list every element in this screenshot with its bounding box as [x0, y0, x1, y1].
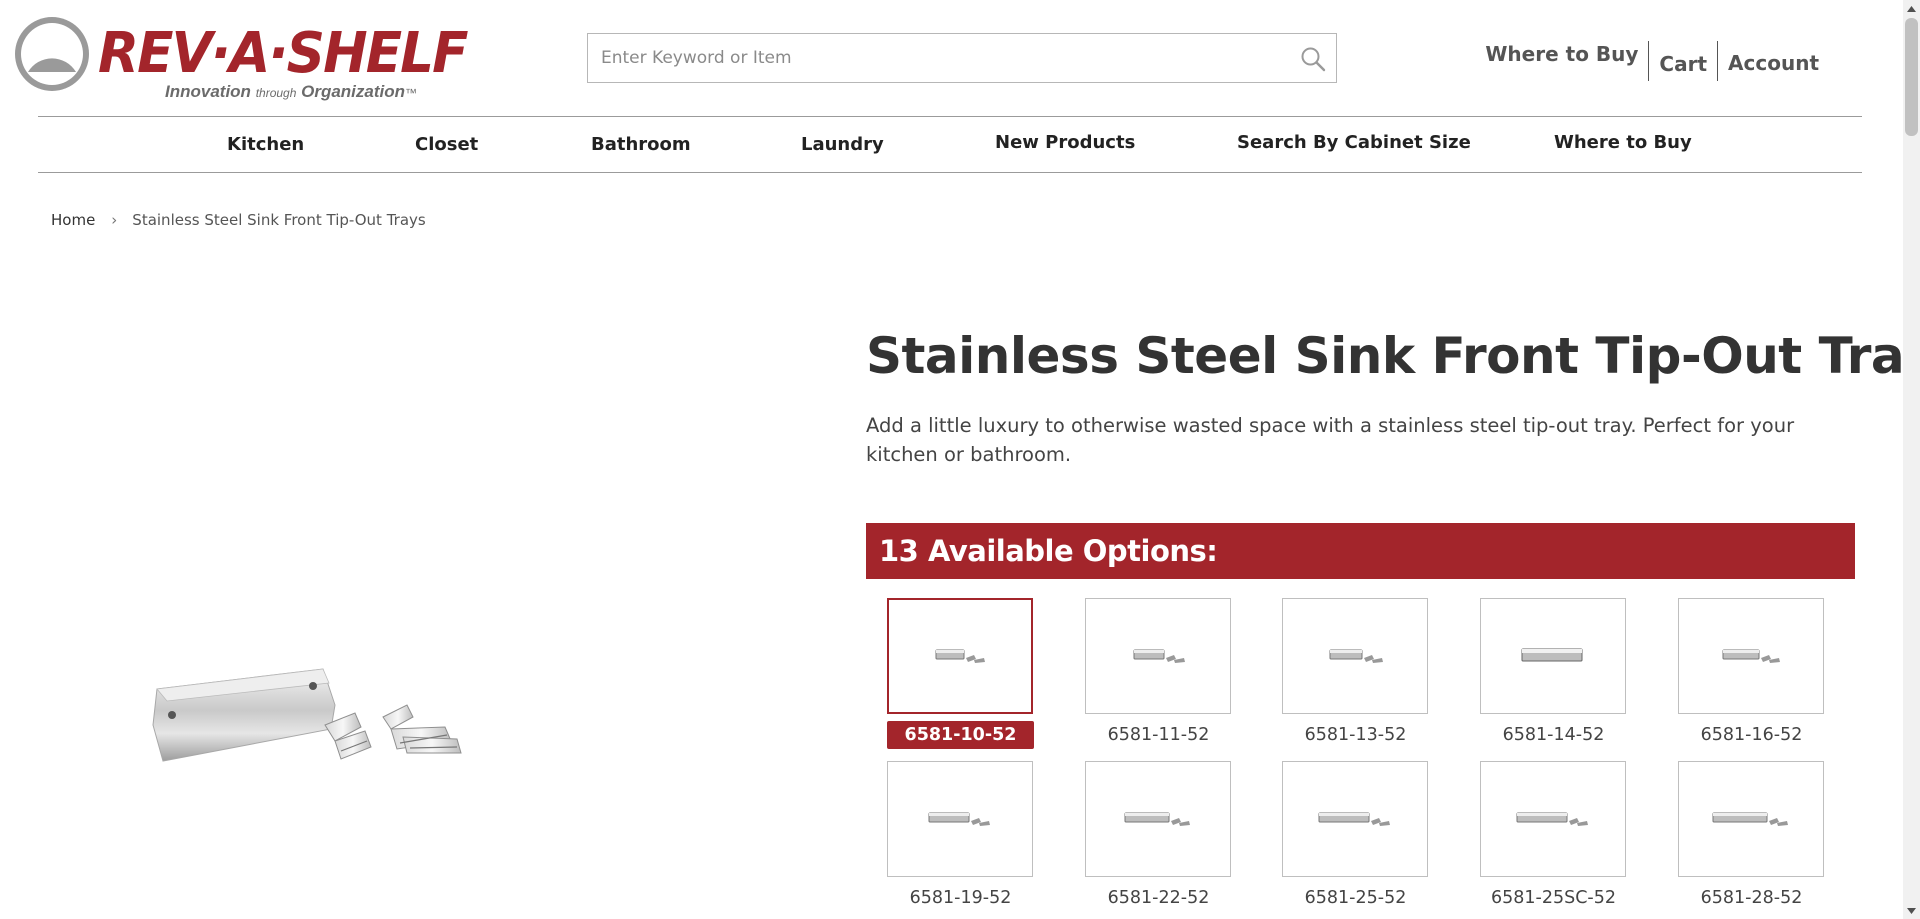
option-tile[interactable]: 6581-22-52	[1085, 761, 1232, 912]
option-sku: 6581-13-52	[1304, 725, 1407, 745]
option-thumbnail	[1678, 598, 1824, 714]
option-thumbnail	[887, 598, 1033, 714]
scrollbar-thumb[interactable]	[1905, 18, 1918, 136]
option-tile[interactable]: 6581-10-52	[887, 598, 1034, 749]
option-tile[interactable]: 6581-11-52	[1085, 598, 1232, 749]
tagline-innovation: Innovation	[165, 82, 251, 101]
option-sku: 6581-10-52	[887, 721, 1034, 749]
scroll-up-arrow-icon[interactable]	[1903, 0, 1920, 17]
tray-thumbnail-icon	[1318, 812, 1390, 826]
main-nav: Kitchen Closet Bathroom Laundry New Prod…	[38, 116, 1862, 173]
tray-thumbnail-icon	[935, 649, 985, 663]
page-scrollbar[interactable]	[1903, 0, 1920, 919]
nav-item-laundry[interactable]: Laundry	[801, 134, 884, 155]
option-tile[interactable]: 6581-25SC-52	[1480, 761, 1627, 912]
brand-logo[interactable]: REV·A·SHELF Innovation through Organizat…	[14, 15, 469, 103]
option-thumbnail	[1282, 598, 1428, 714]
tray-thumbnail-icon	[1133, 649, 1185, 663]
option-thumbnail	[1678, 761, 1824, 877]
search-input[interactable]	[588, 34, 1336, 82]
tray-thumbnail-icon	[1516, 812, 1588, 826]
option-sku: 6581-25-52	[1304, 888, 1407, 908]
tray-thumbnail-icon	[1124, 812, 1190, 826]
tray-thumbnail-icon	[1712, 812, 1788, 826]
nav-item-bathroom[interactable]: Bathroom	[591, 134, 691, 155]
search-box	[587, 33, 1337, 83]
tray-thumbnail-icon	[1329, 649, 1383, 663]
option-sku: 6581-11-52	[1107, 725, 1210, 745]
nav-item-closet[interactable]: Closet	[415, 134, 478, 155]
nav-item-new-products[interactable]: New Products	[995, 132, 1135, 153]
option-sku: 6581-25SC-52	[1490, 888, 1617, 908]
logo-emblem-icon	[15, 17, 89, 91]
tagline-organization: Organization	[301, 82, 406, 101]
breadcrumb-current: Stainless Steel Sink Front Tip-Out Trays	[132, 211, 426, 229]
options-heading: 13 Available Options:	[866, 523, 1855, 579]
option-sku: 6581-19-52	[909, 888, 1012, 908]
product-description: Add a little luxury to otherwise wasted …	[866, 414, 1795, 466]
option-tile[interactable]: 6581-16-52	[1678, 598, 1825, 749]
nav-item-search-by-cabinet-size[interactable]: Search By Cabinet Size	[1237, 132, 1471, 153]
tagline-through: through	[255, 86, 297, 100]
page-title: Stainless Steel Sink Front Tip-Out Trays	[866, 327, 1920, 385]
header-account-link[interactable]: Account	[1718, 42, 1829, 84]
header-where-to-buy-link[interactable]: Where to Buy	[1475, 33, 1648, 75]
option-thumbnail	[1480, 598, 1626, 714]
option-thumbnail	[1085, 761, 1231, 877]
option-tile[interactable]: 6581-13-52	[1282, 598, 1429, 749]
breadcrumb-chevron-icon: ›	[111, 211, 118, 229]
option-tile[interactable]: 6581-19-52	[887, 761, 1034, 912]
option-sku: 6581-16-52	[1700, 725, 1803, 745]
breadcrumb: Home › Stainless Steel Sink Front Tip-Ou…	[51, 211, 426, 229]
option-thumbnail	[1085, 598, 1231, 714]
brand-wordmark: REV·A·SHELF	[98, 21, 469, 86]
option-thumbnail	[1480, 761, 1626, 877]
product-main-image[interactable]	[145, 655, 475, 785]
option-sku: 6581-22-52	[1107, 888, 1210, 908]
breadcrumb-home-link[interactable]: Home	[51, 211, 95, 229]
tray-thumbnail-icon	[1521, 648, 1583, 662]
brand-tagline: Innovation through Organization™	[165, 82, 417, 102]
option-sku: 6581-28-52	[1700, 888, 1803, 908]
option-tile[interactable]: 6581-25-52	[1282, 761, 1429, 912]
option-thumbnail	[887, 761, 1033, 877]
tray-thumbnail-icon	[1722, 649, 1780, 663]
nav-item-where-to-buy[interactable]: Where to Buy	[1554, 132, 1692, 153]
tip-out-tray-image-icon	[152, 668, 462, 762]
scroll-down-arrow-icon[interactable]	[1903, 902, 1920, 919]
header-cart-link[interactable]: Cart	[1649, 43, 1717, 85]
tray-thumbnail-icon	[928, 812, 990, 826]
nav-item-kitchen[interactable]: Kitchen	[227, 134, 304, 155]
search-icon[interactable]	[1300, 46, 1326, 72]
tagline-trademark: ™	[405, 86, 418, 100]
option-tile[interactable]: 6581-14-52	[1480, 598, 1627, 749]
option-thumbnail	[1282, 761, 1428, 877]
option-sku: 6581-14-52	[1502, 725, 1605, 745]
header-links: Where to Buy Cart Account	[1475, 40, 1829, 82]
option-tile[interactable]: 6581-28-52	[1678, 761, 1825, 912]
